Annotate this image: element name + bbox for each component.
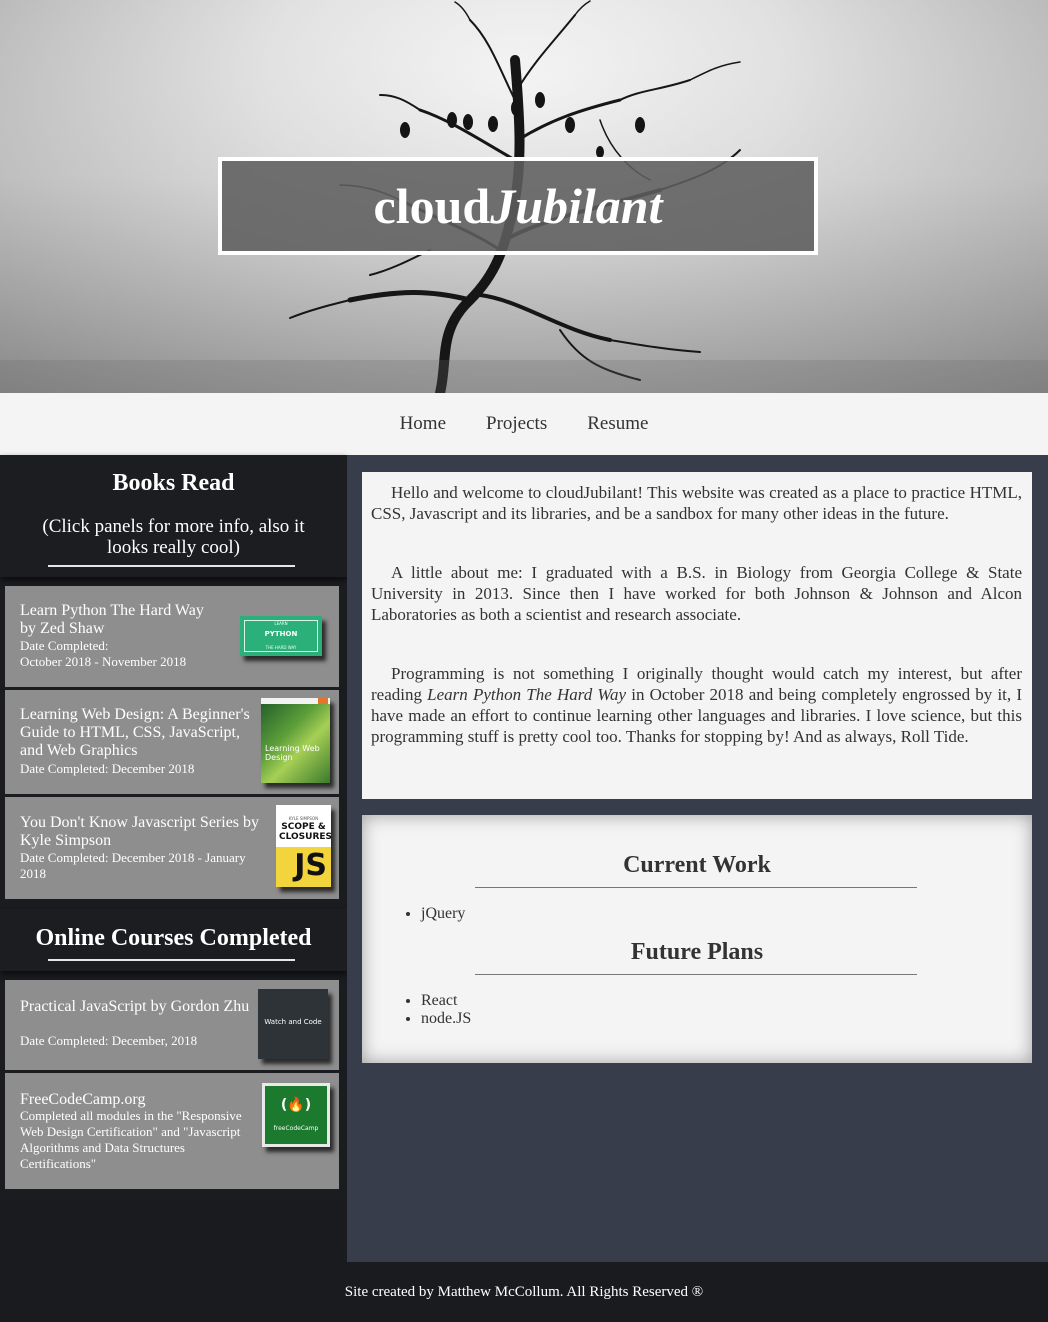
book-date: Date Completed: December 2018	[20, 761, 195, 776]
site-title-box: cloudJubilant	[218, 157, 818, 255]
course-title: FreeCodeCamp.org	[20, 1091, 146, 1108]
sidebar-bottom	[0, 1200, 347, 1262]
cover-author: KYLE SIMPSON	[288, 816, 319, 821]
list-item: React	[421, 992, 1021, 1010]
web-design-book-cover: Learning Web Design	[261, 698, 330, 783]
future-plans-divider	[475, 974, 917, 975]
books-divider	[48, 565, 295, 567]
main-nav: Home Projects Resume	[0, 393, 1048, 455]
cover-text-bottom: THE HARD WAY	[265, 645, 297, 650]
footer-text: Site created by Matthew McCollum. All Ri…	[344, 1284, 704, 1300]
book-date-label: Date Completed:	[20, 638, 109, 653]
cover-text-top: LEARN	[274, 621, 288, 626]
hero-banner: cloudJubilant	[0, 0, 1048, 393]
current-work-list: jQuery	[362, 905, 1021, 923]
nav-home-link[interactable]: Home	[400, 413, 446, 435]
cover-title: SCOPE & CLOSURES	[279, 822, 331, 842]
course-date: Date Completed: December, 2018	[20, 1033, 198, 1048]
course-description: Completed all modules in the "Responsive…	[20, 1108, 242, 1171]
freecodecamp-logo: (🔥) freeCodeCamp	[262, 1083, 330, 1147]
logo-text: freeCodeCamp	[273, 1125, 319, 1132]
books-header: Books Read (Click panels for more info, …	[0, 455, 347, 577]
book-date: October 2018 - November 2018	[20, 654, 187, 669]
footer: Site created by Matthew McCollum. All Ri…	[0, 1262, 1048, 1300]
book-card-ydkjs[interactable]: You Don't Know Javascript Series by Kyle…	[5, 797, 339, 899]
list-item: jQuery	[421, 905, 1021, 923]
cover-js: JS	[294, 848, 327, 883]
intro-paragraph-1: Hello and welcome to cloudJubilant! This…	[371, 483, 1022, 523]
intro-panel: Hello and welcome to cloudJubilant! This…	[362, 472, 1032, 799]
courses-header: Online Courses Completed	[0, 909, 347, 971]
books-heading: Books Read	[112, 470, 235, 496]
book-title: Learning Web Design: A Beginner's Guide …	[20, 706, 250, 759]
cover-title: Learning Web Design	[265, 744, 320, 762]
intro-paragraph-2: A little about me: I graduated with a B.…	[371, 563, 1022, 624]
list-item: node.JS	[421, 1010, 1021, 1028]
cover-text-mid: PYTHON	[264, 630, 298, 638]
books-subheading: (Click panels for more info, also it loo…	[42, 516, 305, 558]
python-book-cover: LEARN PYTHON THE HARD WAY	[240, 616, 322, 656]
logo-text: Watch and Code	[264, 1018, 322, 1026]
course-card-watch-and-code[interactable]: Practical JavaScript by Gordon Zhu Date …	[5, 980, 339, 1070]
fire-icon: (🔥)	[280, 1097, 312, 1113]
future-plans-list: React node.JS	[362, 992, 1021, 1028]
sidebar: Books Read (Click panels for more info, …	[0, 455, 347, 1262]
book-title: You Don't Know Javascript Series by Kyle…	[20, 814, 260, 849]
site-title-italic: Jubilant	[490, 178, 663, 234]
intro-paragraph-3: Programming is not something I originall…	[371, 663, 1022, 747]
course-title: Practical JavaScript by Gordon Zhu	[20, 998, 250, 1015]
site-title-plain: cloud	[373, 178, 491, 234]
book-card-python[interactable]: Learn Python The Hard Way by Zed Shaw Da…	[5, 586, 339, 687]
plans-panel: Current Work jQuery Future Plans React n…	[362, 815, 1032, 1063]
book-title: Learn Python The Hard Way	[20, 602, 204, 619]
nav-resume-link[interactable]: Resume	[587, 413, 648, 435]
course-card-freecodecamp[interactable]: FreeCodeCamp.org Completed all modules i…	[5, 1073, 339, 1189]
nav-projects-link[interactable]: Projects	[486, 413, 547, 435]
book-date: Date Completed: December 2018 - January …	[20, 850, 246, 881]
book-card-web-design[interactable]: Learning Web Design: A Beginner's Guide …	[5, 690, 339, 794]
future-plans-heading: Future Plans	[630, 939, 764, 965]
intro-p3-book-title: Learn Python The Hard Way	[427, 685, 627, 704]
watch-and-code-logo: Watch and Code	[258, 989, 328, 1059]
book-author: by Zed Shaw	[20, 620, 105, 637]
courses-heading: Online Courses Completed	[35, 925, 312, 951]
courses-divider	[48, 959, 295, 961]
current-work-divider	[475, 887, 917, 888]
ydkjs-book-cover: KYLE SIMPSON SCOPE & CLOSURES JS	[276, 805, 331, 887]
site-title: cloudJubilant	[374, 177, 663, 235]
current-work-heading: Current Work	[623, 852, 771, 878]
